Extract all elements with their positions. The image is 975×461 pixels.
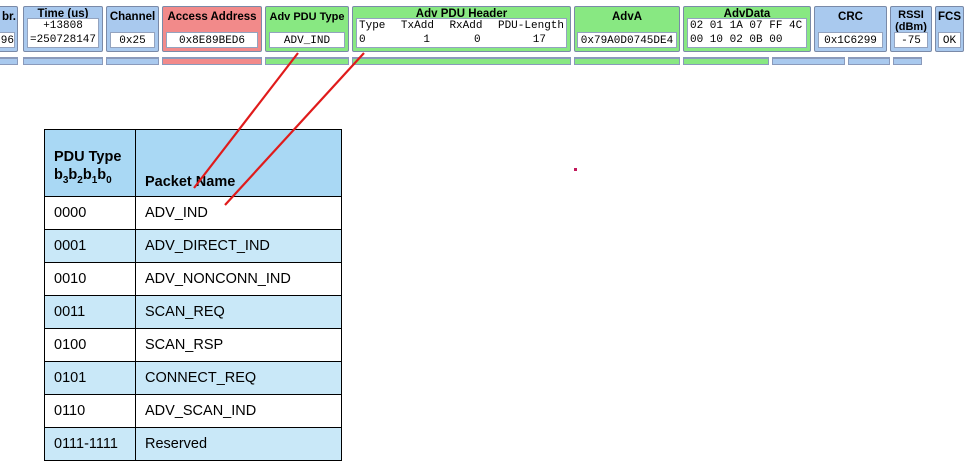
stray-dot — [574, 168, 577, 171]
arrow-header-type-to-adv-ind — [224, 52, 365, 206]
arrow-pdu-type-to-adv-ind — [193, 52, 299, 189]
annotation-arrows — [193, 52, 577, 206]
